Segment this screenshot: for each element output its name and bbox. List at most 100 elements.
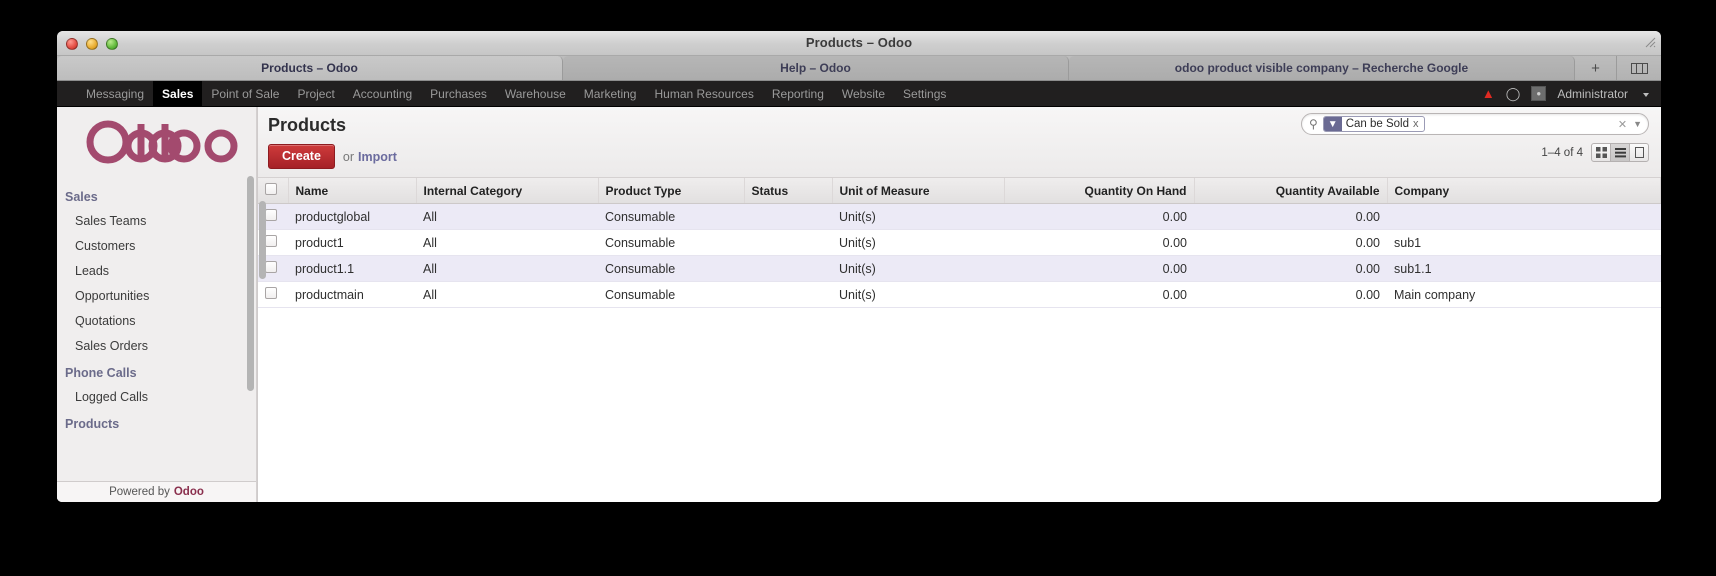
nav-item-reporting[interactable]: Reporting	[763, 81, 833, 106]
nav-item-website[interactable]: Website	[833, 81, 894, 106]
list-view-button[interactable]	[1610, 143, 1630, 162]
warning-triangle-icon[interactable]: ▲	[1482, 87, 1495, 100]
nav-label: Project	[297, 86, 335, 101]
table-body: productglobal All Consumable Unit(s) 0.0…	[258, 203, 1661, 308]
sidebar-item-sales-orders[interactable]: Sales Orders	[57, 333, 256, 358]
powered-by-label: Powered by	[109, 486, 170, 498]
sidebar-item-logged-calls[interactable]: Logged Calls	[57, 384, 256, 409]
select-all-checkbox[interactable]	[265, 183, 277, 195]
nav-item-sales[interactable]: Sales	[153, 81, 203, 106]
nav-item-settings[interactable]: Settings	[894, 81, 955, 106]
select-all-header[interactable]	[258, 178, 289, 204]
cell-quantity-available: 0.00	[1194, 281, 1387, 308]
sidebar-item-leads[interactable]: Leads	[57, 258, 256, 283]
kanban-view-button[interactable]	[1591, 143, 1611, 162]
nav-item-purchases[interactable]: Purchases	[421, 81, 496, 106]
nav-item-human-resources[interactable]: Human Resources	[645, 81, 762, 106]
row-checkbox[interactable]	[265, 261, 277, 273]
chevron-down-icon[interactable]	[1643, 92, 1649, 97]
sidebar-section-sales: Sales	[65, 190, 98, 204]
nav-item-point-of-sale[interactable]: Point of Sale	[202, 81, 288, 106]
main-content: Products Create or Import ⚲ ▼ Can be Sol…	[257, 107, 1661, 502]
cell-internal-category: All	[416, 203, 598, 230]
cell-internal-category: All	[416, 229, 598, 256]
column-header-status[interactable]: Status	[744, 178, 833, 204]
browser-tab-products[interactable]: Products – Odoo	[57, 56, 563, 80]
column-header-company[interactable]: Company	[1387, 178, 1661, 204]
resize-handle-icon[interactable]	[1645, 37, 1656, 48]
or-label: or	[342, 149, 355, 164]
cell-quantity-available: 0.00	[1194, 203, 1387, 230]
nav-item-project[interactable]: Project	[288, 81, 343, 106]
odoo-brand-link[interactable]: Odoo	[174, 486, 204, 498]
sidebar-item-customers[interactable]: Customers	[57, 233, 256, 258]
sidebar-scrollbar[interactable]	[247, 176, 254, 391]
new-tab-button[interactable]: +	[1575, 56, 1617, 80]
chevron-down-icon[interactable]: ▼	[1633, 119, 1642, 129]
nav-label: Sales	[162, 86, 194, 101]
search-input[interactable]: ⚲ ▼ Can be Sold x ✕ ▼	[1301, 113, 1649, 135]
cell-company: sub1.1	[1387, 255, 1661, 282]
table-row[interactable]: productglobal All Consumable Unit(s) 0.0…	[258, 203, 1661, 230]
row-checkbox[interactable]	[265, 235, 277, 247]
column-header-unit-of-measure[interactable]: Unit of Measure	[832, 178, 1005, 204]
window-titlebar: Products – Odoo	[57, 31, 1661, 56]
cell-unit-of-measure: Unit(s)	[832, 255, 1004, 282]
sidebar-item-opportunities[interactable]: Opportunities	[57, 283, 256, 308]
column-header-internal-category[interactable]: Internal Category	[416, 178, 599, 204]
nav-label: Settings	[903, 86, 947, 101]
column-header-quantity-on-hand[interactable]: Quantity On Hand	[1004, 178, 1195, 204]
list-scrollbar[interactable]	[259, 201, 266, 279]
sidebar-item-quotations[interactable]: Quotations	[57, 308, 256, 333]
cell-company: sub1	[1387, 229, 1661, 256]
pager-count: 1–4 of 4	[1541, 146, 1583, 159]
column-header-product-type[interactable]: Product Type	[598, 178, 745, 204]
cell-status	[744, 229, 832, 256]
navbar-right-tools: ▲ ◯ ● Administrator	[1482, 81, 1661, 106]
cell-unit-of-measure: Unit(s)	[832, 229, 1004, 256]
search-facet-can-be-sold[interactable]: ▼ Can be Sold x	[1322, 116, 1425, 132]
table-row[interactable]: product1.1 All Consumable Unit(s) 0.00 0…	[258, 255, 1661, 282]
cell-quantity-on-hand: 0.00	[1004, 229, 1194, 256]
nav-item-accounting[interactable]: Accounting	[344, 81, 421, 106]
nav-item-messaging[interactable]: Messaging	[77, 81, 153, 106]
create-button[interactable]: Create	[268, 144, 335, 169]
cell-company	[1387, 203, 1661, 230]
sidebar-item-sales-teams[interactable]: Sales Teams	[57, 208, 256, 233]
form-view-button[interactable]	[1629, 143, 1649, 162]
sidebar-section-phone-calls: Phone Calls	[65, 366, 137, 380]
show-all-tabs-button[interactable]	[1617, 56, 1661, 80]
cell-quantity-available: 0.00	[1194, 229, 1387, 256]
nav-item-warehouse[interactable]: Warehouse	[496, 81, 575, 106]
browser-tab-help[interactable]: Help – Odoo	[563, 56, 1069, 80]
show-all-tabs-icon	[1630, 62, 1648, 74]
browser-window: Products – Odoo Products – Odoo Help – O…	[57, 31, 1661, 502]
cell-internal-category: All	[416, 281, 598, 308]
import-link[interactable]: Import	[358, 150, 397, 164]
cell-product-type: Consumable	[598, 255, 744, 282]
chat-bubble-icon[interactable]: ◯	[1506, 87, 1521, 100]
table-row[interactable]: product1 All Consumable Unit(s) 0.00 0.0…	[258, 229, 1661, 256]
user-avatar[interactable]: ●	[1531, 86, 1547, 101]
column-header-name[interactable]: Name	[288, 178, 417, 204]
facet-remove-icon[interactable]: x	[1413, 118, 1424, 130]
nav-label: Point of Sale	[211, 86, 280, 101]
user-menu-label[interactable]: Administrator	[1557, 87, 1628, 101]
table-row[interactable]: productmain All Consumable Unit(s) 0.00 …	[258, 281, 1661, 308]
nav-label: Reporting	[771, 86, 824, 101]
column-header-quantity-available[interactable]: Quantity Available	[1194, 178, 1388, 204]
nav-label: Website	[841, 86, 886, 101]
sidebar: Sales Sales Teams Customers Leads Opport…	[57, 107, 257, 502]
browser-tab-google-search[interactable]: odoo product visible company – Recherche…	[1069, 56, 1575, 80]
row-checkbox[interactable]	[265, 287, 277, 299]
cell-company: Main company	[1387, 281, 1661, 308]
nav-item-marketing[interactable]: Marketing	[575, 81, 646, 106]
navbar-menu-items: Messaging Sales Point of Sale Project Ac…	[57, 81, 955, 106]
sidebar-section-products: Products	[65, 417, 120, 431]
odoo-logo[interactable]	[57, 107, 256, 170]
pager-and-views: 1–4 of 4	[1541, 143, 1649, 162]
row-select-cell[interactable]	[258, 281, 288, 308]
app-body: Sales Sales Teams Customers Leads Opport…	[57, 107, 1661, 502]
clear-x-icon[interactable]: ✕	[1618, 118, 1627, 131]
row-checkbox[interactable]	[265, 209, 277, 221]
